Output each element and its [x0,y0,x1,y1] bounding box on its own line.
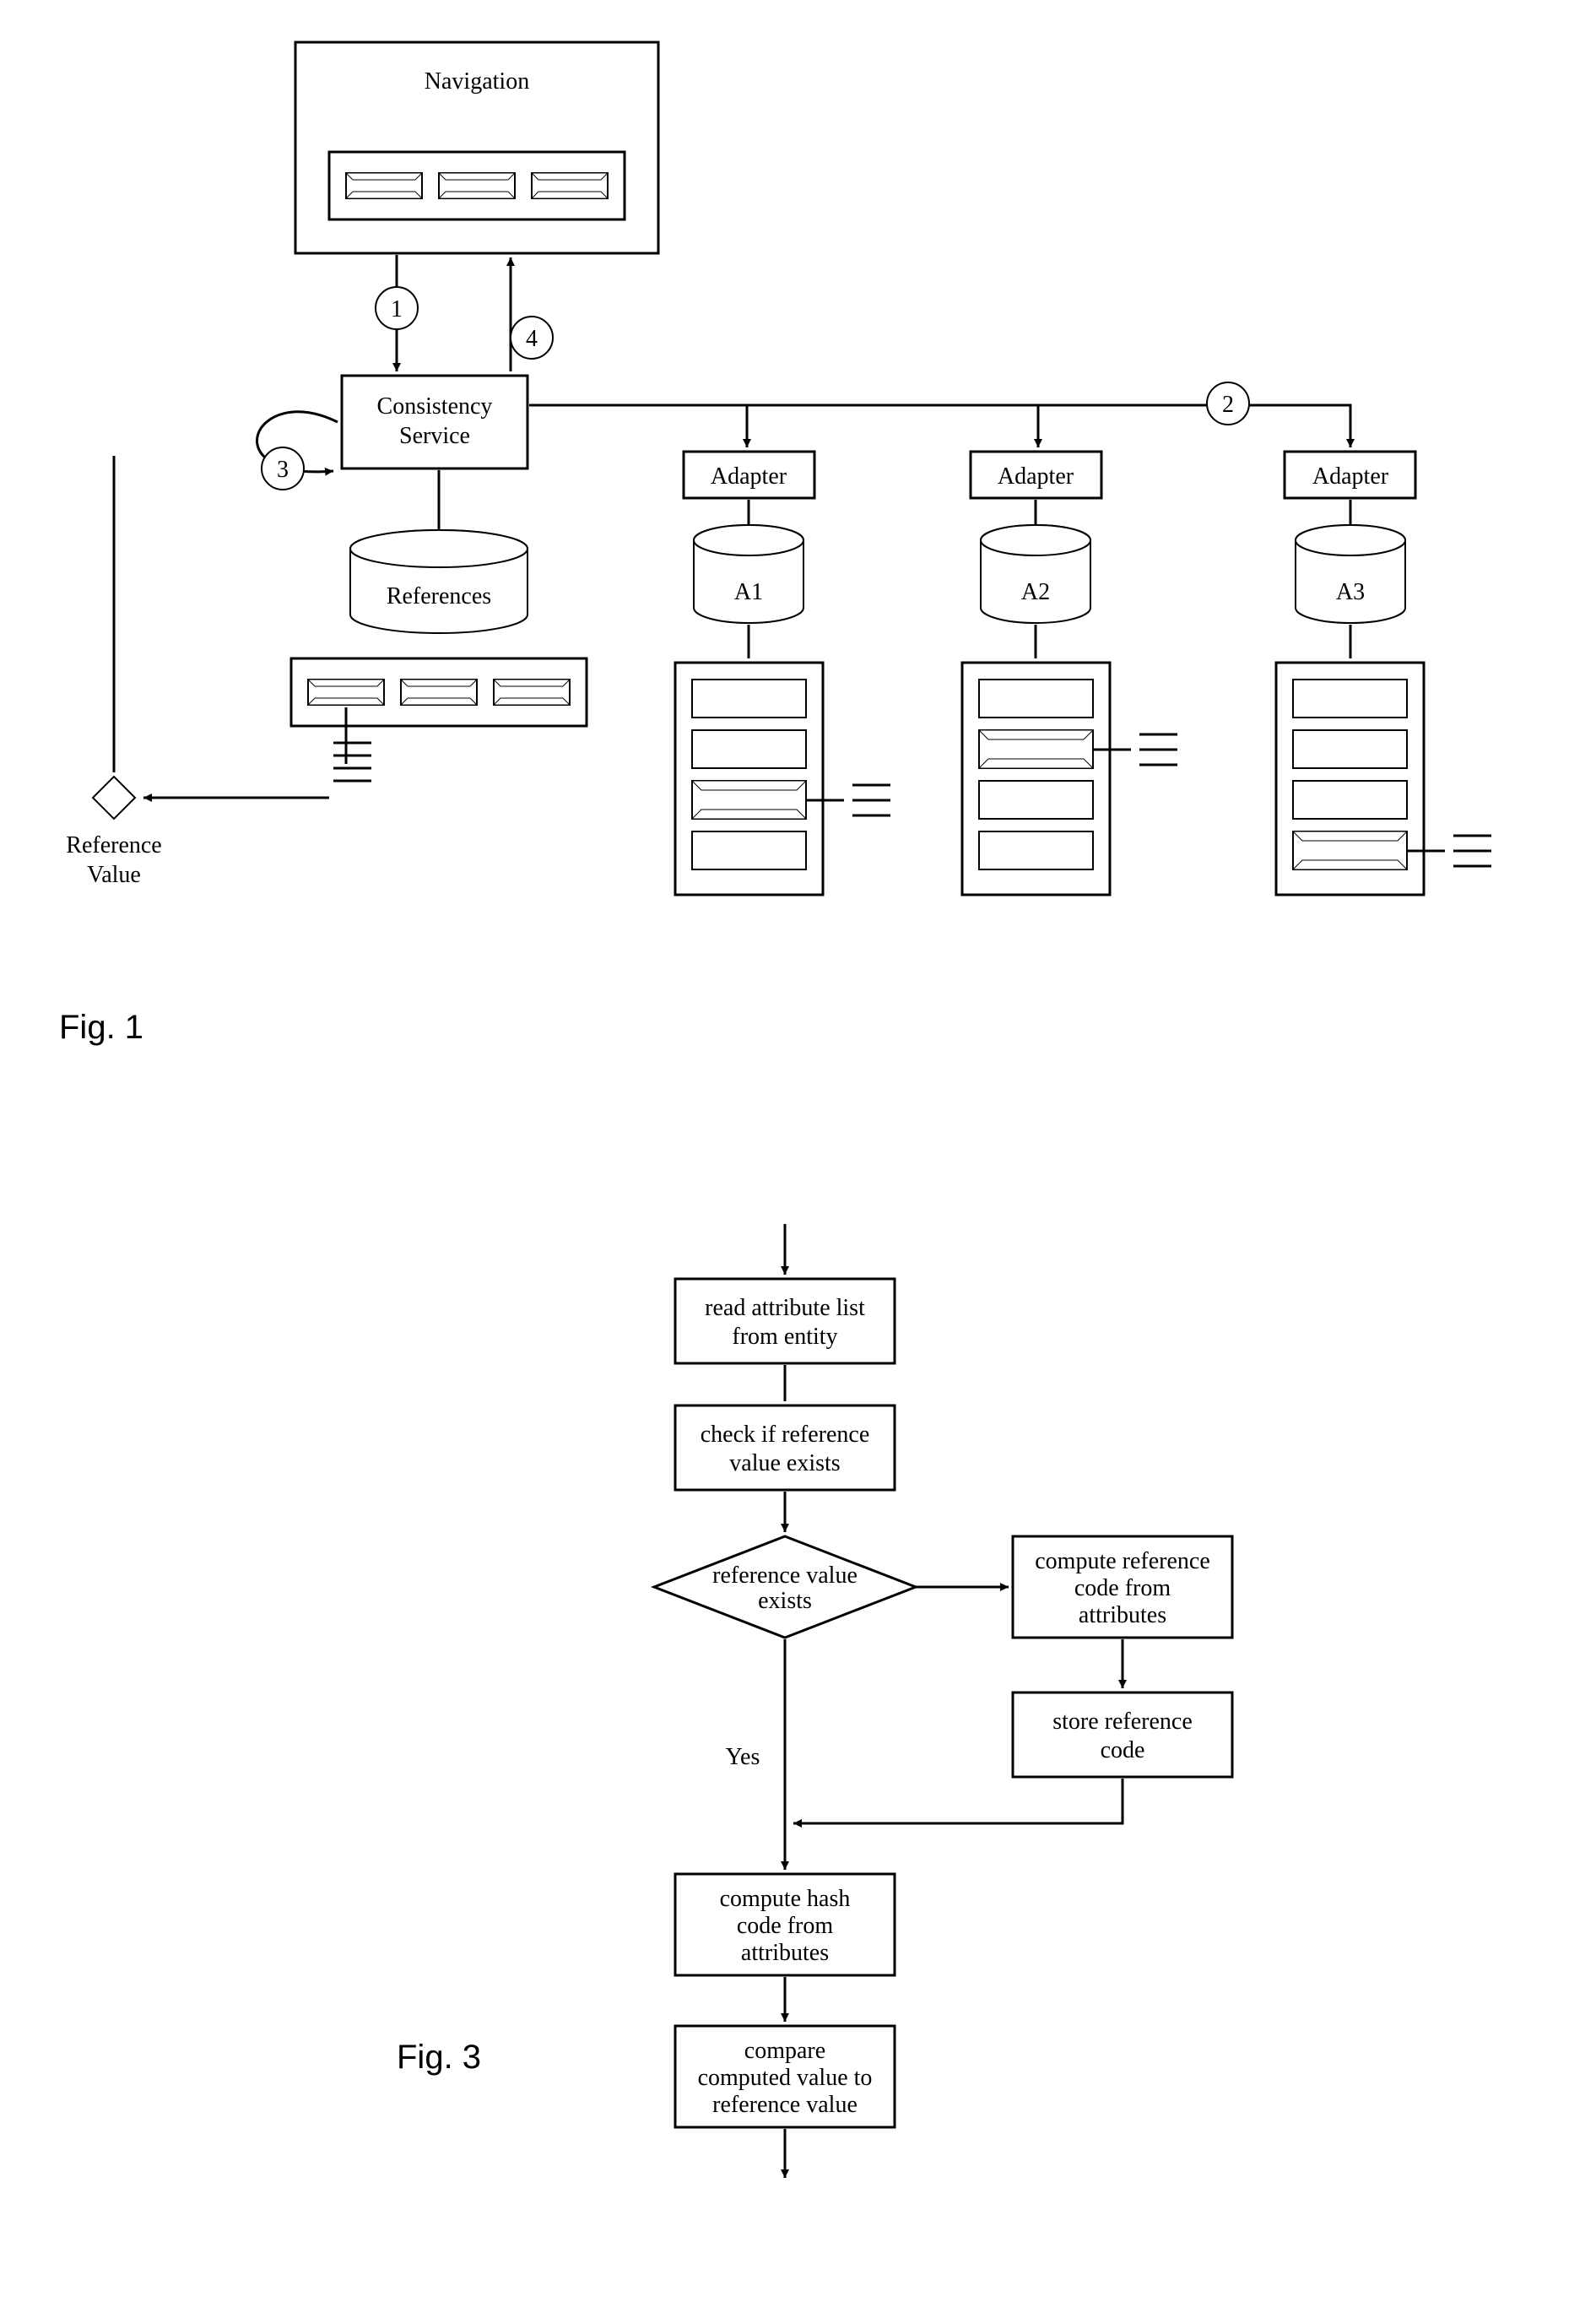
refs-slot-3 [494,680,570,705]
nav-slot-2 [439,173,515,198]
nav-slot-3 [532,173,608,198]
svg-text:read attribute list: read attribute list [705,1295,865,1321]
svg-text:value exists: value exists [729,1450,840,1476]
svg-text:Service: Service [399,423,470,449]
adapter-a3: Adapter A3 [1276,452,1491,895]
svg-text:code: code [1101,1737,1145,1763]
svg-text:3: 3 [277,457,289,483]
step3-loop: 3 [257,412,338,490]
svg-text:2: 2 [1222,392,1234,418]
adapter-a1: Adapter A1 [675,452,890,895]
svg-text:compute reference: compute reference [1035,1548,1210,1574]
a1-populated-slot [692,781,806,819]
refs-slot-1 [308,680,384,705]
svg-text:1: 1 [391,296,403,322]
svg-text:Consistency: Consistency [377,393,493,420]
svg-text:A2: A2 [1021,579,1050,605]
svg-text:attributes: attributes [741,1940,829,1966]
svg-text:Adapter: Adapter [1312,463,1389,490]
svg-text:Adapter: Adapter [711,463,787,490]
svg-text:store reference: store reference [1052,1709,1193,1735]
diagram-canvas: Navigation Consistency Servi [0,0,1596,2318]
svg-text:compute hash: compute hash [720,1886,851,1912]
svg-text:Yes: Yes [726,1744,760,1770]
svg-text:Value: Value [87,862,141,888]
nav-cs-arrows: 1 4 [376,255,553,371]
svg-text:4: 4 [526,326,538,352]
svg-text:A1: A1 [734,579,763,605]
svg-text:code from: code from [1074,1575,1171,1601]
figure-1-caption: Fig. 1 [59,1009,143,1046]
navigation-label: Navigation [425,68,529,95]
svg-text:Reference: Reference [66,832,161,858]
svg-text:attributes: attributes [1079,1602,1166,1628]
refs-slot-2 [401,680,477,705]
adapter-a2: Adapter A2 [962,452,1177,895]
svg-text:reference value: reference value [712,1562,858,1589]
navigation-module: Navigation [295,42,658,253]
a2-populated-slot [979,730,1093,768]
svg-text:reference value: reference value [712,2092,858,2118]
cs-to-adapters: 2 [529,382,1350,447]
svg-text:References: References [387,583,491,609]
svg-text:from entity: from entity [732,1324,837,1350]
figure-3: read attribute list from entity check if… [397,1224,1232,2178]
svg-text:Adapter: Adapter [998,463,1074,490]
nav-slot-1 [346,173,422,198]
figure-3-caption: Fig. 3 [397,2039,481,2076]
svg-text:check if reference: check if reference [701,1422,870,1448]
references-db: References [350,530,527,633]
references-slotbar [291,658,587,726]
svg-text:exists: exists [758,1588,812,1614]
svg-text:A3: A3 [1336,579,1365,605]
a3-populated-slot [1293,831,1407,869]
figure-1: Navigation Consistency Servi [59,42,1491,1046]
svg-text:code from: code from [737,1913,834,1939]
svg-text:compare: compare [744,2038,825,2064]
svg-text:computed value to: computed value to [698,2065,873,2091]
consistency-service: Consistency Service [342,376,527,468]
reference-value: Reference Value [66,777,161,888]
